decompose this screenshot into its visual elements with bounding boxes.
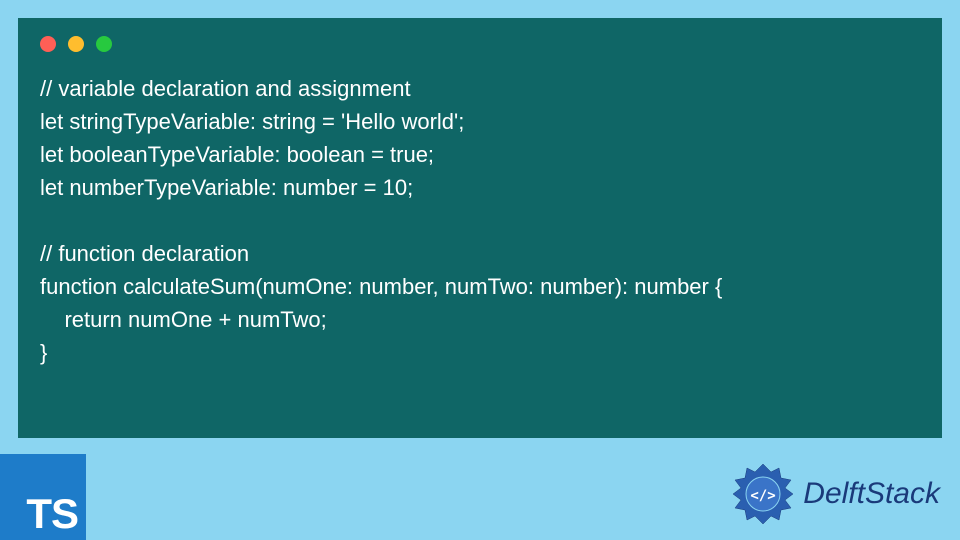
code-line: let stringTypeVariable: string = 'Hello …: [40, 109, 464, 134]
code-line: // variable declaration and assignment: [40, 76, 411, 101]
code-line: }: [40, 340, 47, 365]
code-line: // function declaration: [40, 241, 249, 266]
minimize-icon: [68, 36, 84, 52]
code-window: // variable declaration and assignment l…: [18, 18, 942, 438]
brand: </> DelftStack: [731, 462, 940, 526]
code-line: return numOne + numTwo;: [40, 307, 327, 332]
code-line: let booleanTypeVariable: boolean = true;: [40, 142, 434, 167]
code-line: let numberTypeVariable: number = 10;: [40, 175, 413, 200]
close-icon: [40, 36, 56, 52]
window-traffic-lights: [40, 36, 920, 52]
brand-name: DelftStack: [803, 477, 940, 511]
brand-logo-icon: </>: [731, 462, 795, 526]
maximize-icon: [96, 36, 112, 52]
code-line: function calculateSum(numOne: number, nu…: [40, 274, 722, 299]
typescript-badge: TS: [0, 454, 86, 540]
svg-text:</>: </>: [751, 488, 776, 504]
typescript-badge-label: TS: [26, 490, 78, 538]
code-block: // variable declaration and assignment l…: [40, 72, 920, 369]
